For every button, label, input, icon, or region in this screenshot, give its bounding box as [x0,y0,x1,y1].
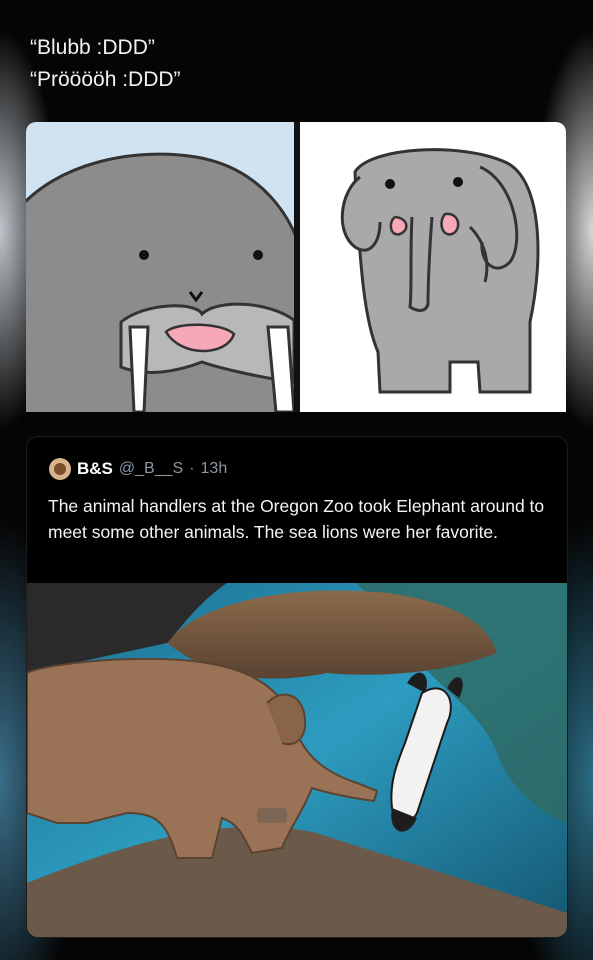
author-handle[interactable]: @_B__S [119,460,183,478]
header-separator: · [189,460,195,477]
walrus-drawing [26,122,294,412]
tweet-timestamp[interactable]: 13h [201,460,228,478]
walrus-illustration [26,152,294,412]
meme-caption: “Blubb :DDD” “Prööööh :DDD” [30,32,181,96]
tweet-card[interactable]: B&S @_B__S · 13h The animal handlers at … [26,436,568,938]
caption-line-2: “Prööööh :DDD” [30,68,181,91]
tweet-photo[interactable] [27,583,567,937]
tweet-header: B&S @_B__S · 13h [49,457,227,481]
elephant-drawing [300,122,566,412]
zoo-photo [27,583,567,937]
elephant-illustration [340,148,540,394]
tweet-text: The animal handlers at the Oregon Zoo to… [48,496,545,542]
author-avatar[interactable] [49,458,71,480]
author-name[interactable]: B&S [77,459,113,479]
caption-line-1: “Blubb :DDD” [30,36,155,59]
